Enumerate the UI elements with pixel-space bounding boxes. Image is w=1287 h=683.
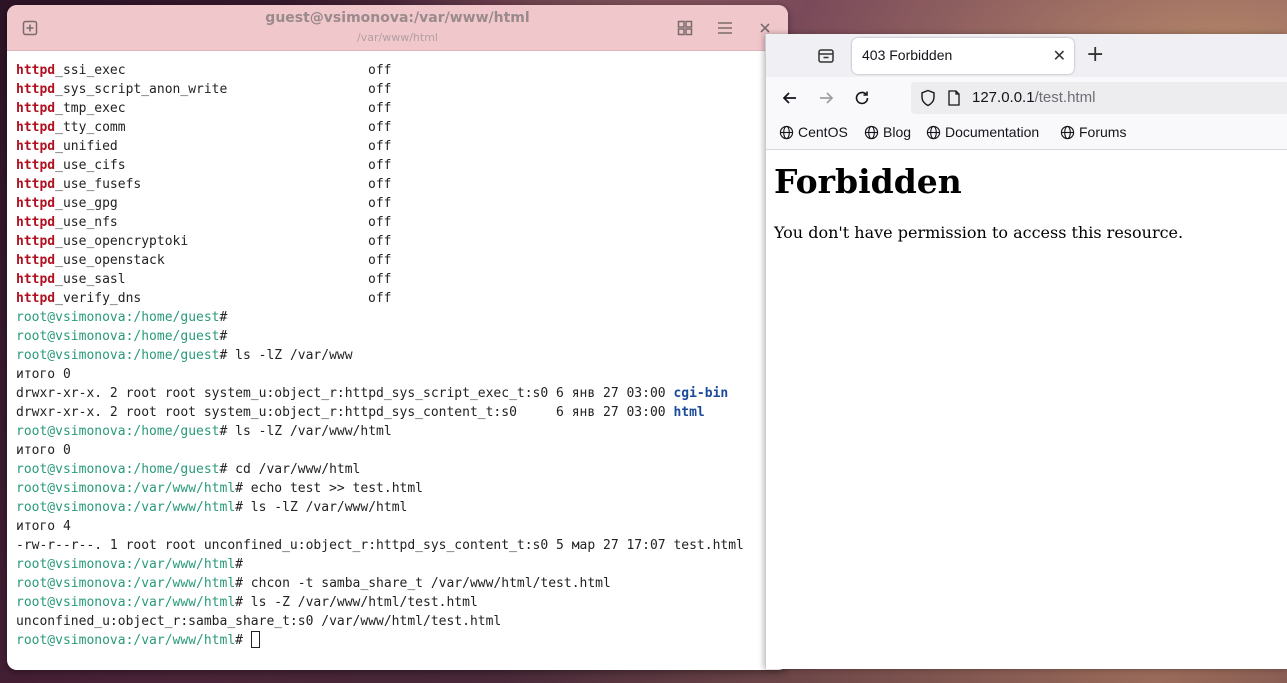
- globe-icon: [926, 125, 941, 139]
- selinux-boolean-row: httpd_sys_script_anon_write off: [16, 82, 392, 97]
- selinux-boolean-row: httpd_use_gpg off: [16, 196, 392, 211]
- tab-title: 403 Forbidden: [862, 47, 953, 63]
- terminal-line: unconfined_u:object_r:samba_share_t:s0 /…: [16, 614, 502, 629]
- selinux-boolean-row: httpd_use_openstack off: [16, 253, 392, 268]
- terminal-line: -rw-r--r--. 1 root root unconfined_u:obj…: [16, 538, 744, 553]
- terminal-line: итого 0: [16, 367, 71, 382]
- browser-tab-bar: 403 Forbidden ✕ +: [766, 34, 1287, 77]
- selinux-boolean-row: httpd_use_fusefs off: [16, 177, 392, 192]
- browser-window[interactable]: 403 Forbidden ✕ + 127.0.0.1/test.html Ce: [765, 34, 1287, 669]
- terminal-window[interactable]: guest@vsimonova:/var/www/html /var/www/h…: [7, 5, 788, 670]
- back-arrow-icon[interactable]: [778, 86, 802, 110]
- directory-name: cgi-bin: [673, 386, 729, 401]
- bookmark-documentation[interactable]: Documentation: [926, 124, 1039, 140]
- terminal-subtitle: /var/www/html: [357, 31, 438, 44]
- terminal-output[interactable]: httpd_ssi_exec off httpd_sys_script_anon_w…: [16, 61, 788, 670]
- terminal-line: root@vsimonova:/home/guest# ls -lZ /var/…: [16, 424, 392, 439]
- terminal-line: drwxr-xr-x. 2 root root system_u:object_…: [16, 405, 705, 420]
- terminal-line: root@vsimonova:/home/guest# ls -lZ /var/…: [16, 348, 353, 363]
- selinux-boolean-row: httpd_use_nfs off: [16, 215, 392, 230]
- globe-icon: [864, 125, 879, 139]
- selinux-boolean-row: httpd_use_sasl off: [16, 272, 392, 287]
- bookmarks-toolbar: CentOS Blog Documentation Forums: [766, 119, 1287, 150]
- terminal-line: root@vsimonova:/var/www/html# echo test …: [16, 481, 423, 496]
- selinux-boolean-row: httpd_verify_dns off: [16, 291, 392, 306]
- terminal-line: root@vsimonova:/home/guest#: [16, 329, 228, 344]
- text-cursor[interactable]: [250, 631, 260, 648]
- terminal-line: root@vsimonova:/var/www/html# ls -Z /var…: [16, 595, 478, 610]
- shield-icon[interactable]: [919, 89, 937, 111]
- terminal-line: root@vsimonova:/var/www/html#: [16, 557, 243, 572]
- terminal-line: итого 0: [16, 443, 71, 458]
- forward-arrow-icon[interactable]: [814, 86, 838, 110]
- directory-name: html: [673, 405, 705, 420]
- reload-icon[interactable]: [850, 86, 874, 110]
- selinux-boolean-row: httpd_use_opencryptoki off: [16, 234, 392, 249]
- terminal-line: drwxr-xr-x. 2 root root system_u:object_…: [16, 386, 729, 401]
- page-content: Forbidden You don't have permission to a…: [766, 150, 1287, 669]
- browser-nav-bar: 127.0.0.1/test.html: [766, 77, 1287, 119]
- terminal-line: root@vsimonova:/var/www/html# chcon -t s…: [16, 576, 611, 591]
- hamburger-menu-icon[interactable]: [712, 15, 738, 41]
- url-bar[interactable]: 127.0.0.1/test.html: [911, 82, 1287, 114]
- tab-403-forbidden[interactable]: 403 Forbidden ✕: [852, 38, 1074, 74]
- tab-overview-icon[interactable]: [672, 15, 698, 41]
- tab-close-icon[interactable]: ✕: [1053, 46, 1066, 65]
- terminal-header-bar: guest@vsimonova:/var/www/html /var/www/h…: [7, 5, 788, 51]
- selinux-boolean-row: httpd_ssi_exec off: [16, 63, 392, 78]
- new-tab-plus-icon[interactable]: +: [1086, 43, 1104, 67]
- bookmark-blog[interactable]: Blog: [864, 124, 911, 140]
- firefox-view-icon[interactable]: [814, 44, 838, 68]
- page-info-icon[interactable]: [947, 90, 961, 110]
- globe-icon: [1060, 125, 1075, 139]
- terminal-line: root@vsimonova:/var/www/html# ls -lZ /va…: [16, 500, 408, 515]
- terminal-line: итого 4: [16, 519, 71, 534]
- terminal-line: root@vsimonova:/home/guest# cd /var/www/…: [16, 462, 361, 477]
- selinux-boolean-row: httpd_unified off: [16, 139, 392, 154]
- url-text[interactable]: 127.0.0.1/test.html: [972, 89, 1095, 106]
- page-message: You don't have permission to access this…: [774, 223, 1184, 242]
- page-title: Forbidden: [774, 162, 962, 201]
- terminal-title: guest@vsimonova:/var/www/html: [265, 10, 530, 26]
- selinux-boolean-row: httpd_tty_comm off: [16, 120, 392, 135]
- terminal-prompt-line[interactable]: root@vsimonova:/var/www/html#: [16, 631, 788, 650]
- bookmark-centos[interactable]: CentOS: [779, 124, 848, 140]
- selinux-boolean-row: httpd_tmp_exec off: [16, 101, 392, 116]
- globe-icon: [779, 125, 794, 139]
- bookmark-forums[interactable]: Forums: [1060, 124, 1126, 140]
- selinux-boolean-row: httpd_use_cifs off: [16, 158, 392, 173]
- terminal-line: root@vsimonova:/home/guest#: [16, 310, 228, 325]
